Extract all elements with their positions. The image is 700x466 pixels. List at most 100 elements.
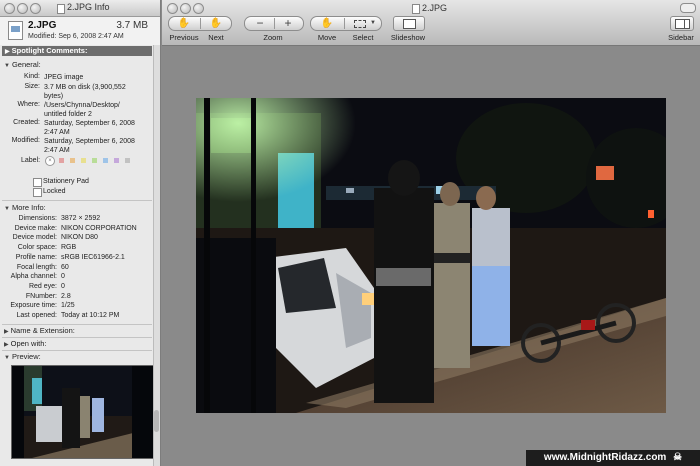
name-extension-section-header[interactable]: ▶ Name & Extension: bbox=[4, 326, 75, 335]
modified-value: Saturday, September 6, 2008 2:47 AM bbox=[44, 138, 135, 154]
viewer-toolbar: 2.JPG ✋ ✋ Previous Next − + Zoom ✋ ▼ Mov… bbox=[162, 0, 700, 46]
label-color-swatch[interactable] bbox=[114, 158, 119, 163]
created-key: Created: bbox=[13, 119, 40, 126]
move-select-group: ✋ ▼ bbox=[310, 16, 382, 31]
preview-section-header[interactable]: ▼ Preview: bbox=[4, 352, 41, 361]
kind-value: JPEG image bbox=[44, 74, 84, 81]
locked-checkbox[interactable] bbox=[33, 188, 42, 197]
open-with-section-header[interactable]: ▶ Open with: bbox=[4, 339, 46, 348]
slideshow-button[interactable] bbox=[393, 16, 425, 31]
next-label[interactable]: Next bbox=[202, 33, 230, 42]
zoom-window-button[interactable] bbox=[193, 3, 204, 14]
label-color-swatch[interactable] bbox=[125, 158, 130, 163]
previous-next-group: ✋ ✋ bbox=[168, 16, 232, 31]
name-extension-label: Name & Extension: bbox=[10, 326, 75, 335]
stationery-pad-label: Stationery Pad bbox=[43, 178, 89, 185]
slideshow-icon bbox=[403, 19, 416, 29]
preview-label: Preview: bbox=[11, 352, 41, 361]
previous-label[interactable]: Previous bbox=[166, 33, 202, 42]
more-info-key: FNumber: bbox=[25, 292, 57, 300]
divider bbox=[274, 18, 275, 29]
divider bbox=[2, 200, 152, 201]
general-section-header[interactable]: ▼ General: bbox=[4, 60, 41, 69]
disclosure-triangle-down-icon: ▼ bbox=[4, 355, 10, 361]
size-key: Size: bbox=[24, 83, 40, 90]
close-button[interactable] bbox=[167, 3, 178, 14]
watermark: www.MidnightRidazz.com ☠ bbox=[526, 450, 700, 466]
file-size: 3.7 MB bbox=[116, 20, 148, 31]
label-key: Label: bbox=[21, 157, 41, 164]
more-info-key: Focal length: bbox=[16, 263, 57, 271]
spotlight-comments-section[interactable]: ▶ Spotlight Comments: bbox=[2, 46, 152, 56]
disclosure-triangle-down-icon: ▼ bbox=[4, 63, 10, 69]
more-info-value: 3872 × 2592 bbox=[61, 215, 101, 222]
general-label: General: bbox=[11, 60, 41, 69]
close-button[interactable] bbox=[4, 3, 15, 14]
move-hand-icon[interactable]: ✋ bbox=[320, 17, 334, 30]
slideshow-label[interactable]: Slideshow bbox=[384, 33, 432, 42]
previous-hand-icon[interactable]: ✋ bbox=[177, 17, 191, 30]
toolbar-toggle-button[interactable] bbox=[680, 3, 696, 13]
more-info-key: Red eye: bbox=[28, 282, 57, 290]
divider bbox=[200, 18, 201, 29]
select-label[interactable]: Select bbox=[346, 33, 380, 42]
more-info-value: 2.8 bbox=[61, 292, 71, 300]
where-value: /Users/Chynna/Desktop/ untitled folder 2 bbox=[44, 102, 120, 118]
kind-key: Kind: bbox=[24, 73, 40, 80]
stationery-pad-checkbox[interactable] bbox=[33, 178, 42, 187]
jpeg-file-icon bbox=[8, 21, 23, 40]
where-key: Where: bbox=[17, 101, 40, 108]
sidebar-label[interactable]: Sidebar bbox=[662, 33, 700, 42]
preview-thumbnail bbox=[11, 365, 154, 459]
label-color-swatch[interactable] bbox=[59, 158, 64, 163]
select-marquee-icon[interactable] bbox=[354, 20, 366, 28]
more-info-value: 0 bbox=[61, 273, 65, 281]
move-label[interactable]: Move bbox=[310, 33, 344, 42]
more-info-value: RGB bbox=[61, 244, 77, 252]
more-info-key: Alpha channel: bbox=[10, 273, 57, 281]
divider bbox=[2, 324, 152, 325]
file-modified: Modified: Sep 6, 2008 2:47 AM bbox=[28, 33, 124, 40]
more-info-key: Color space: bbox=[17, 244, 57, 252]
more-info-value: 1/25 bbox=[61, 302, 75, 310]
label-color-swatch[interactable] bbox=[103, 158, 108, 163]
more-info-value: Today at 10:12 PM bbox=[61, 312, 120, 319]
next-hand-icon[interactable]: ✋ bbox=[209, 17, 223, 30]
more-info-key: Device model: bbox=[12, 234, 57, 242]
divider bbox=[2, 350, 152, 351]
sidebar-icon bbox=[675, 19, 690, 29]
info-scrollbar[interactable] bbox=[153, 45, 160, 466]
disclosure-triangle-down-icon: ▼ bbox=[4, 206, 10, 212]
spotlight-comments-label: Spotlight Comments: bbox=[11, 46, 88, 55]
size-value: 3.7 MB on disk (3,900,552 bytes) bbox=[44, 84, 126, 100]
more-info-key: Device make: bbox=[14, 224, 57, 232]
chevron-down-icon[interactable]: ▼ bbox=[369, 17, 377, 30]
divider bbox=[2, 337, 152, 338]
minimize-button[interactable] bbox=[17, 3, 28, 14]
disclosure-triangle-right-icon: ▶ bbox=[5, 49, 10, 55]
divider bbox=[344, 18, 345, 29]
label-color-swatch[interactable] bbox=[92, 158, 97, 163]
label-color-swatch[interactable] bbox=[70, 158, 75, 163]
disclosure-triangle-right-icon: ▶ bbox=[4, 329, 9, 335]
sidebar-icon-divider bbox=[684, 20, 685, 28]
no-label-x-icon[interactable]: × bbox=[45, 156, 55, 166]
zoom-in-icon[interactable]: + bbox=[281, 17, 295, 30]
info-titlebar: 2.JPG Info bbox=[0, 0, 160, 17]
locked-label: Locked bbox=[43, 188, 66, 195]
more-info-key: Profile name: bbox=[15, 253, 57, 261]
minimize-button[interactable] bbox=[180, 3, 191, 14]
document-icon bbox=[412, 4, 420, 14]
label-color-swatch[interactable] bbox=[81, 158, 86, 163]
modified-key: Modified: bbox=[11, 137, 40, 144]
scrollbar-thumb[interactable] bbox=[154, 410, 159, 432]
zoom-window-button[interactable] bbox=[30, 3, 41, 14]
created-value: Saturday, September 6, 2008 2:47 AM bbox=[44, 120, 135, 136]
file-name: 2.JPG bbox=[28, 20, 57, 31]
more-info-section-header[interactable]: ▼ More Info: bbox=[4, 203, 46, 212]
zoom-label[interactable]: Zoom bbox=[244, 33, 302, 42]
zoom-out-icon[interactable]: − bbox=[253, 17, 267, 30]
info-window: 2.JPG Info 2.JPG 3.7 MB Modified: Sep 6,… bbox=[0, 0, 161, 466]
sidebar-button[interactable] bbox=[670, 16, 694, 31]
viewer-window-title: 2.JPG bbox=[422, 3, 448, 13]
